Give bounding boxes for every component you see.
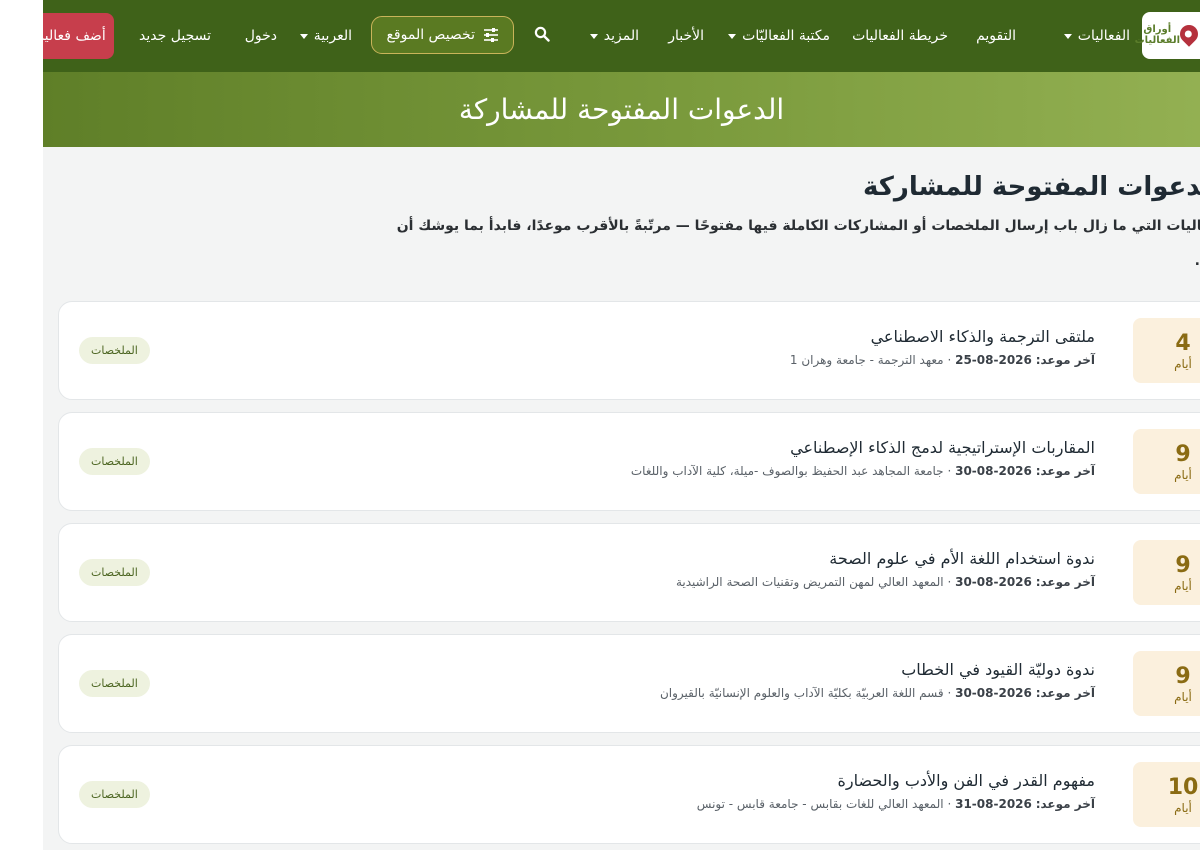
nav-item-calendar[interactable]: التقويم [976,0,1016,72]
meta-separator: · [947,686,952,700]
nav-item-label: مكتبة الفعاليّات [742,28,830,44]
deadline-date: 2026-08-31 [955,797,1032,811]
nav-item-library[interactable]: مكتبة الفعاليّات [728,0,830,72]
organizer: المعهد العالي لمهن التمريض وتقنيات الصحة… [675,575,944,589]
call-meta: آخر موعد: 2026-08-30 · المعهد العالي لمه… [676,575,1095,589]
page-title: الدعوات المفتوحة للمشاركة [458,93,785,126]
days-label: أيام [1174,689,1192,704]
meta-separator: · [947,797,952,811]
page: أوراق الفعاليات الفعاليات التقويم خريطة … [43,0,1200,850]
organizer: معهد الترجمة - جامعة وهران 1 [789,353,944,367]
nav-item-label: المزيد [603,28,639,44]
section-description-end: . [1194,253,1200,269]
caret-down-icon [299,33,308,39]
deadline-label: آخر موعد: [1035,686,1095,700]
add-event-label: أضف فعالية [43,28,106,44]
caret-down-icon [589,33,598,39]
section-description: الفعاليات التي ما زال باب إرسال الملخصات… [396,218,1200,234]
days-remaining: 4 أيام [1133,318,1200,383]
language-selector[interactable]: العربية [299,0,352,72]
days-count: 9 [1175,441,1191,467]
caret-down-icon [1063,33,1072,39]
submission-type-badge: الملخصات [79,337,150,364]
days-remaining: 9 أيام [1133,429,1200,494]
organizer: جامعة المجاهد عبد الحفيظ بوالصوف -ميلة، … [630,464,944,478]
days-label: أيام [1174,578,1192,593]
submission-type-badge: الملخصات [79,448,150,475]
days-remaining: 9 أيام [1133,540,1200,605]
nav-item-news[interactable]: الأخبار [668,0,704,72]
days-count: 10 [1167,774,1199,800]
days-label: أيام [1174,467,1192,482]
nav-item-label: خريطة الفعاليات [852,28,948,44]
section-title: الدعوات المفتوحة للمشاركة [862,172,1200,202]
submission-type-badge: الملخصات [79,670,150,697]
days-label: أيام [1174,800,1192,815]
organizer: المعهد العالي للغات بقابس - جامعة قابس -… [696,797,944,811]
days-remaining: 10 أيام [1133,762,1200,827]
deadline-label: آخر موعد: [1035,797,1095,811]
customize-label: تخصيص الموقع [386,27,475,43]
submission-type-badge: الملخصات [79,781,150,808]
hero-banner: الدعوات المفتوحة للمشاركة [43,72,1200,147]
deadline-date: 2026-08-25 [955,353,1032,367]
nav-item-label: الفعاليات [1077,28,1130,44]
top-navbar: أوراق الفعاليات الفعاليات التقويم خريطة … [43,0,1200,72]
add-event-button[interactable]: أضف فعالية [43,13,114,59]
nav-item-more[interactable]: المزيد [589,0,639,72]
sliders-icon [484,28,498,42]
call-card[interactable]: 9 أيام ندوة استخدام اللغة الأم في علوم ا… [58,523,1200,622]
calls-list: 4 أيام ملتقى الترجمة والذكاء الاصطناعي آ… [58,301,1200,850]
call-title[interactable]: ملتقى الترجمة والذكاء الاصطناعي [871,327,1095,346]
nav-item-label: الأخبار [668,28,704,44]
days-count: 9 [1175,663,1191,689]
call-title[interactable]: ندوة دوليّة القيود في الخطاب [901,660,1095,679]
call-card[interactable]: 9 أيام ندوة دوليّة القيود في الخطاب آخر … [58,634,1200,733]
deadline-date: 2026-08-30 [955,575,1032,589]
days-remaining: 9 أيام [1133,651,1200,716]
call-card[interactable]: 9 أيام المقاربات الإستراتيجية لدمج الذكا… [58,412,1200,511]
nav-item-events[interactable]: الفعاليات [1063,0,1130,72]
meta-separator: · [947,575,952,589]
site-logo[interactable]: أوراق الفعاليات [1135,12,1200,59]
call-meta: آخر موعد: 2026-08-30 · جامعة المجاهد عبد… [631,464,1095,478]
call-card[interactable]: 4 أيام ملتقى الترجمة والذكاء الاصطناعي آ… [58,301,1200,400]
submission-type-badge: الملخصات [79,559,150,586]
days-label: أيام [1174,356,1192,371]
call-title[interactable]: المقاربات الإستراتيجية لدمج الذكاء الإصط… [790,438,1095,457]
meta-separator: · [947,353,952,367]
customize-site-button[interactable]: تخصيص الموقع [371,16,514,54]
language-label: العربية [313,28,352,44]
register-link[interactable]: تسجيل جديد [139,0,211,72]
organizer: قسم اللغة العربيّة بكليّة الآداب والعلوم… [659,686,944,700]
deadline-label: آخر موعد: [1035,464,1095,478]
login-label: دخول [244,28,277,44]
deadline-label: آخر موعد: [1035,353,1095,367]
call-meta: آخر موعد: 2026-08-31 · المعهد العالي للغ… [697,797,1095,811]
register-label: تسجيل جديد [139,28,211,44]
search-icon[interactable] [534,26,550,42]
login-link[interactable]: دخول [245,0,277,72]
nav-item-label: التقويم [976,28,1016,44]
deadline-date: 2026-08-30 [955,686,1032,700]
call-meta: آخر موعد: 2026-08-30 · قسم اللغة العربيّ… [660,686,1095,700]
days-count: 9 [1175,552,1191,578]
call-card[interactable]: 10 أيام مفهوم القدر في الفن والأدب والحض… [58,745,1200,844]
deadline-date: 2026-08-30 [955,464,1032,478]
call-meta: آخر موعد: 2026-08-25 · معهد الترجمة - جا… [790,353,1095,367]
caret-down-icon [728,33,737,39]
call-title[interactable]: مفهوم القدر في الفن والأدب والحضارة [838,771,1095,790]
days-count: 4 [1175,330,1191,356]
logo-text: أوراق الفعاليات [1134,24,1180,46]
nav-item-events-map[interactable]: خريطة الفعاليات [852,0,948,72]
meta-separator: · [947,464,952,478]
call-title[interactable]: ندوة استخدام اللغة الأم في علوم الصحة [829,549,1095,568]
deadline-label: آخر موعد: [1035,575,1095,589]
